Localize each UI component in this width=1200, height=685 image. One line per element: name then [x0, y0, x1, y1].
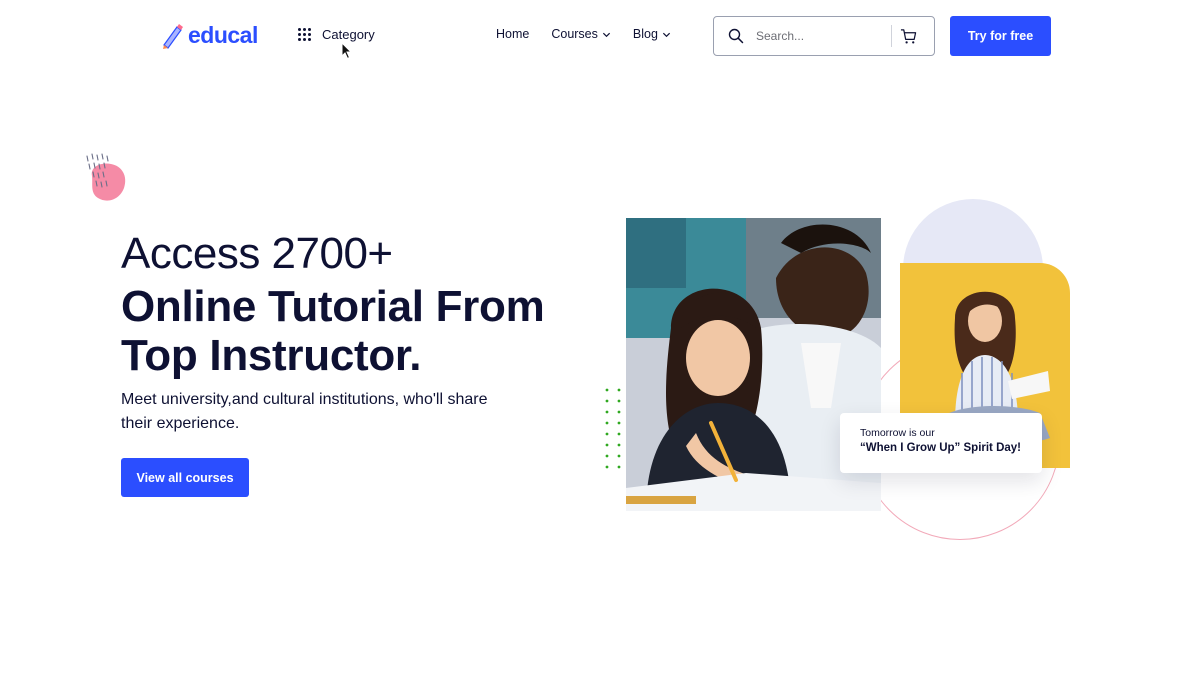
- mouse-cursor-icon: [341, 42, 353, 60]
- nav-item-blog[interactable]: Blog: [633, 27, 671, 41]
- hero-subtitle: Access 2700+: [121, 229, 393, 278]
- decorative-blob: [86, 153, 126, 201]
- category-grid-icon: [298, 27, 312, 42]
- search-divider: [891, 25, 892, 47]
- category-label: Category: [322, 27, 375, 42]
- search-input[interactable]: [756, 29, 881, 43]
- hero-title: Online Tutorial From Top Instructor.: [121, 282, 545, 380]
- decorative-dots: [605, 388, 621, 469]
- try-for-free-button[interactable]: Try for free: [950, 16, 1051, 56]
- chevron-down-icon: [662, 32, 670, 37]
- search-box: [713, 16, 935, 56]
- logo-text: educal: [188, 22, 258, 48]
- main-nav: Home Courses Blog: [496, 27, 671, 41]
- view-all-courses-button[interactable]: View all courses: [121, 458, 249, 497]
- chevron-down-icon: [602, 32, 610, 37]
- logo-pencil-icon: [163, 23, 183, 49]
- hero-description: Meet university,and cultural institution…: [121, 391, 488, 432]
- nav-item-label: Courses: [551, 27, 598, 41]
- nav-item-label: Home: [496, 27, 530, 41]
- spirit-card-line2: “When I Grow Up” Spirit Day!: [860, 442, 1022, 454]
- spirit-card-line1: Tomorrow is our: [860, 427, 935, 439]
- logo[interactable]: educal: [160, 22, 258, 49]
- nav-item-home[interactable]: Home: [496, 27, 529, 41]
- spirit-day-card: Tomorrow is our “When I Grow Up” Spirit …: [840, 413, 1042, 473]
- nav-item-label: Blog: [632, 27, 658, 41]
- search-icon[interactable]: [728, 28, 744, 44]
- nav-item-courses[interactable]: Courses: [551, 27, 611, 41]
- cart-icon[interactable]: [900, 28, 917, 45]
- category-menu[interactable]: Category: [298, 27, 375, 42]
